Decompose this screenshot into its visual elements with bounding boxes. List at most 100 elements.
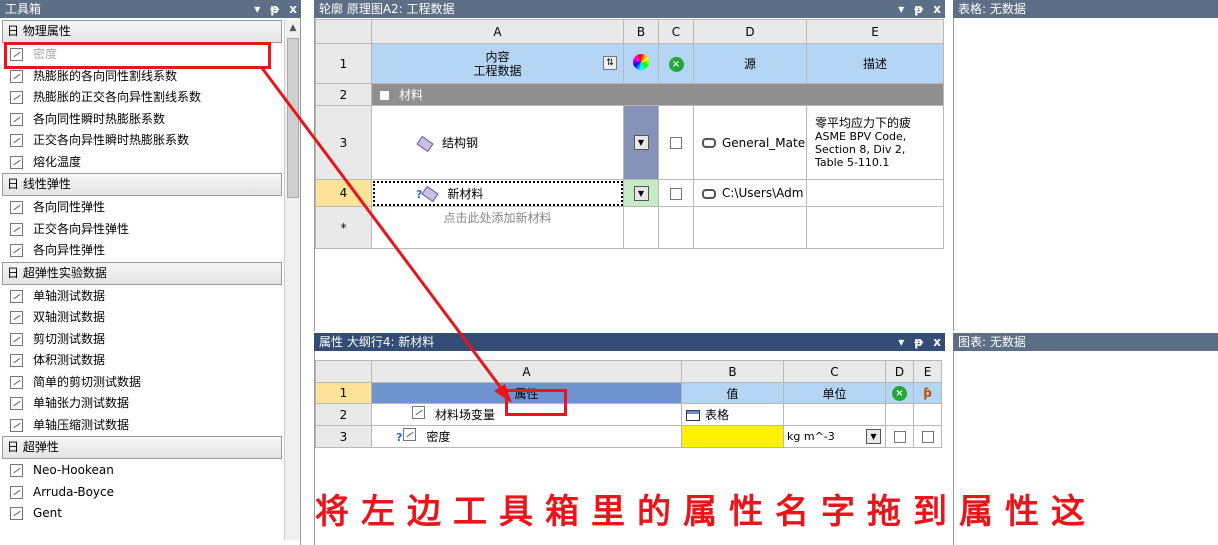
col-header-e[interactable]: E xyxy=(913,360,942,383)
checkbox[interactable] xyxy=(670,137,682,149)
close-icon[interactable]: x xyxy=(933,333,941,351)
group-row-materials[interactable]: 材料 xyxy=(371,83,944,106)
properties-grid: A B C D E 1 属性 值 单位 × ƥ 2 材料场变量 表格 3 ? 密度 xyxy=(315,360,942,448)
dropdown-icon[interactable]: ▾ xyxy=(898,333,904,351)
toolbox-item[interactable]: 剪切测试数据 xyxy=(2,329,282,351)
col-header-c[interactable]: C xyxy=(783,360,886,383)
col-header-a[interactable]: A xyxy=(371,19,624,44)
dropdown-icon[interactable]: ▼ xyxy=(866,429,881,444)
row-header[interactable]: 3 xyxy=(315,105,372,180)
toolbox-item[interactable]: 各向异性弹性 xyxy=(2,240,282,262)
checkbox[interactable] xyxy=(893,431,906,443)
toolbox-item[interactable]: 热膨胀的正交各向异性割线系数 xyxy=(2,87,282,109)
header-content: 内容 工程数据 ⇅ xyxy=(371,43,624,84)
property-icon xyxy=(10,354,23,368)
property-icon xyxy=(10,112,23,126)
material-name-cell-selected[interactable]: ? 新材料 xyxy=(371,179,624,207)
toolbox-item[interactable]: Neo-Hookean xyxy=(2,460,282,482)
toolbox-scrollbar[interactable]: ▲ xyxy=(284,20,300,540)
suppress-checkbox-cell[interactable] xyxy=(885,425,914,448)
col-header-e[interactable]: E xyxy=(806,19,944,44)
toolbox-item[interactable]: 单轴张力测试数据 xyxy=(2,393,282,415)
suppress-checkbox-cell[interactable] xyxy=(658,105,694,180)
category-physical-properties[interactable]: 日 物理属性 xyxy=(2,20,282,43)
table-icon xyxy=(686,410,700,421)
table-title: 表格: 无数据 xyxy=(958,2,1026,16)
material-name-cell[interactable]: 结构钢 xyxy=(371,105,624,180)
header-parameter: ƥ xyxy=(913,382,942,404)
chart-title: 图表: 无数据 xyxy=(958,335,1026,349)
toolbox-item[interactable]: 正交各向异性瞬时热膨胀系数 xyxy=(2,130,282,152)
annotation-box-property xyxy=(505,389,567,416)
row-header[interactable]: * xyxy=(315,206,372,249)
dropdown-icon[interactable]: ▾ xyxy=(898,0,904,18)
toolbox-item[interactable]: 双轴测试数据 xyxy=(2,307,282,329)
property-icon xyxy=(10,155,23,169)
property-icon xyxy=(10,222,23,236)
col-header-b[interactable]: B xyxy=(681,360,784,383)
outline-pane: A B C D E 1 内容 工程数据 ⇅ × 源 描述 2 材料 3 结构钢 … xyxy=(314,18,945,331)
toolbox-item[interactable]: 单轴测试数据 xyxy=(2,286,282,308)
dropdown-icon[interactable]: ▾ xyxy=(254,0,260,18)
empty-cell xyxy=(783,403,886,426)
pin-icon[interactable]: ᵽ xyxy=(914,333,923,351)
outline-title: 轮廓 原理图A2: 工程数据 xyxy=(319,2,455,16)
unit-select[interactable]: kg m^-3 ▼ xyxy=(783,425,886,448)
row-header[interactable]: 1 xyxy=(315,43,372,84)
add-material-cell[interactable]: 点击此处添加新材料 xyxy=(371,206,624,249)
property-value-cell[interactable]: 表格 xyxy=(681,403,784,426)
category-hyperelastic-test-data[interactable]: 日 超弹性实验数据 xyxy=(2,261,282,285)
scroll-up-icon[interactable]: ▲ xyxy=(285,20,300,36)
property-icon xyxy=(412,406,425,419)
row-header[interactable]: 1 xyxy=(315,382,372,404)
collapse-icon[interactable] xyxy=(380,91,389,100)
property-name-cell[interactable]: ? 密度 xyxy=(371,425,682,448)
suppress-checkbox-cell[interactable] xyxy=(658,179,694,207)
parameter-checkbox-cell[interactable] xyxy=(913,425,942,448)
dropdown-icon[interactable]: ▼ xyxy=(633,135,649,150)
col-header-a[interactable]: A xyxy=(371,360,682,383)
close-icon[interactable]: x xyxy=(933,0,941,18)
dropdown-icon[interactable]: ▼ xyxy=(633,185,649,201)
parameter-icon: ƥ xyxy=(923,386,932,400)
toolbox-item[interactable]: 体积测试数据 xyxy=(2,350,282,372)
property-icon xyxy=(10,507,23,521)
scrollbar-thumb[interactable] xyxy=(287,38,299,198)
toolbox-item[interactable]: 各向同性弹性 xyxy=(2,197,282,219)
pin-icon[interactable]: ᵽ xyxy=(270,0,279,18)
category-linear-elastic[interactable]: 日 线性弹性 xyxy=(2,173,282,196)
sort-icon[interactable]: ⇅ xyxy=(603,56,617,70)
material-color-cell[interactable]: ▼ xyxy=(623,105,659,180)
material-color-cell[interactable]: ▼ xyxy=(623,179,659,207)
toolbox-item[interactable]: 熔化温度 xyxy=(2,152,282,174)
toolbox-item[interactable]: 简单的剪切测试数据 xyxy=(2,372,282,394)
header-source: 源 xyxy=(693,43,807,84)
chart-titlebar: 图表: 无数据 xyxy=(953,333,1218,351)
col-header-d[interactable]: D xyxy=(885,360,914,383)
toolbox-item[interactable]: 单轴压缩测试数据 xyxy=(2,415,282,437)
row-header[interactable]: 4 xyxy=(315,179,372,207)
suppress-icon: × xyxy=(892,386,907,401)
property-icon xyxy=(10,69,23,83)
col-header-b[interactable]: B xyxy=(623,19,659,44)
col-header-c[interactable]: C xyxy=(658,19,694,44)
row-header[interactable]: 2 xyxy=(315,403,372,426)
toolbox-item[interactable]: Gent xyxy=(2,503,282,525)
category-hyperelastic[interactable]: 日 超弹性 xyxy=(2,436,282,459)
property-icon xyxy=(10,464,23,478)
toolbox-item[interactable]: 各向同性瞬时热膨胀系数 xyxy=(2,109,282,131)
toolbox-item[interactable]: 正交各向异性弹性 xyxy=(2,219,282,241)
property-icon xyxy=(10,311,23,325)
close-icon[interactable]: x xyxy=(289,0,297,18)
col-header-d[interactable]: D xyxy=(693,19,807,44)
checkbox[interactable] xyxy=(670,187,682,200)
row-header[interactable]: 3 xyxy=(315,425,372,448)
toolbox-item[interactable]: Arruda-Boyce xyxy=(2,482,282,504)
row-header[interactable]: 2 xyxy=(315,83,372,106)
pin-icon[interactable]: ᵽ xyxy=(914,0,923,18)
suppress-icon: × xyxy=(668,56,684,72)
source-cell: General_Mate xyxy=(693,105,807,180)
checkbox[interactable] xyxy=(921,431,934,443)
annotation-caption: 将左边工具箱里的属性名字拖到属性这 xyxy=(315,492,1097,532)
density-value-input[interactable] xyxy=(681,425,784,448)
